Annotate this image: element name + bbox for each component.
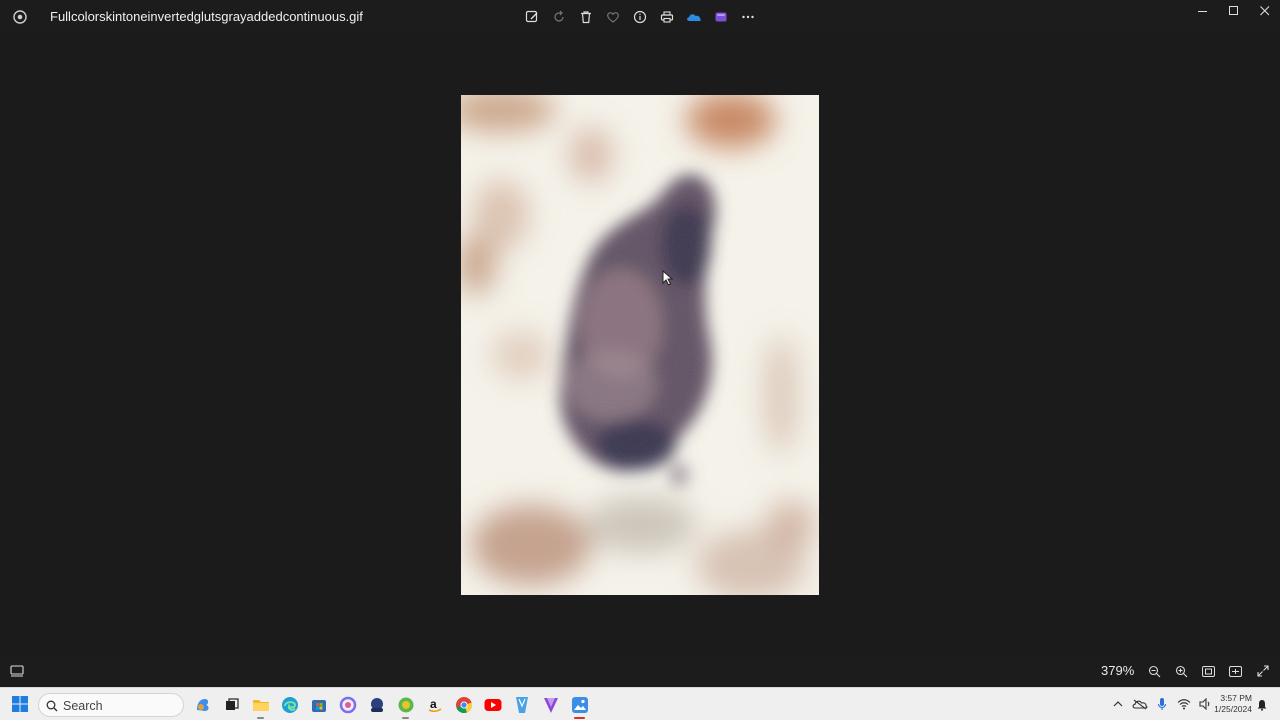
minimize-icon[interactable] [1187, 0, 1218, 22]
photos-active-icon[interactable] [567, 692, 592, 719]
window-title: Fullcolorskintoneinvertedglutsgrayaddedc… [50, 9, 363, 24]
zoom-in-icon[interactable] [1171, 661, 1192, 681]
delete-icon[interactable] [576, 7, 596, 27]
file-explorer-icon[interactable] [248, 692, 273, 719]
onedrive-tray-icon[interactable] [1132, 694, 1148, 714]
rotate-icon[interactable] [549, 7, 569, 27]
search-label: Search [63, 699, 103, 713]
chevron-up-icon[interactable] [1110, 694, 1126, 714]
print-icon[interactable] [657, 7, 677, 27]
status-bar: 379% [0, 657, 1280, 685]
window-controls [1187, 0, 1280, 22]
copilot-icon[interactable] [190, 692, 215, 717]
search-icon [46, 699, 58, 717]
start-button-icon[interactable] [12, 696, 28, 717]
photos-app-icon [10, 7, 30, 27]
clipchamp-icon[interactable] [711, 7, 731, 27]
system-tray [1110, 694, 1214, 714]
microphone-icon[interactable] [1154, 694, 1170, 714]
onedrive-icon[interactable] [684, 7, 704, 27]
notification-icon[interactable] [1256, 698, 1268, 716]
wifi-icon[interactable] [1176, 694, 1192, 714]
full-screen-icon[interactable] [1252, 661, 1273, 681]
fit-to-window-icon[interactable] [1225, 661, 1246, 681]
taskbar-clock[interactable]: 3:57 PM 1/25/2024 [1212, 693, 1252, 715]
task-view-icon[interactable] [219, 692, 244, 717]
more-icon[interactable] [738, 7, 758, 27]
zoom-out-icon[interactable] [1144, 661, 1165, 681]
edit-image-icon[interactable] [522, 7, 542, 27]
clock-time: 3:57 PM [1220, 693, 1252, 703]
edge-icon[interactable] [277, 692, 302, 717]
image-toolbar [522, 7, 758, 27]
filmstrip-icon[interactable] [10, 664, 24, 682]
photos-icon[interactable] [335, 692, 360, 717]
maximize-icon[interactable] [1218, 0, 1249, 22]
zoom-level[interactable]: 379% [1101, 663, 1134, 678]
app-icon[interactable] [364, 692, 389, 717]
close-icon[interactable] [1249, 0, 1280, 22]
app-icon[interactable] [509, 692, 534, 717]
chrome-icon[interactable] [451, 692, 476, 717]
youtube-icon[interactable] [480, 692, 505, 717]
app-icon[interactable] [393, 692, 418, 719]
clock-date: 1/25/2024 [1214, 704, 1252, 714]
favorite-icon[interactable] [603, 7, 623, 27]
taskbar: Search a 3:57 PM 1/25/2024 [0, 687, 1280, 720]
svg-text:a: a [430, 697, 437, 711]
store-icon[interactable] [306, 692, 331, 717]
amazon-icon[interactable]: a [422, 692, 447, 717]
zoom-controls [1144, 661, 1273, 681]
pinned-apps: a [190, 692, 592, 719]
title-bar: Fullcolorskintoneinvertedglutsgrayaddedc… [0, 0, 1280, 34]
app-icon[interactable] [538, 692, 563, 717]
file-info-icon[interactable] [630, 7, 650, 27]
mouse-pointer-icon [662, 269, 674, 291]
actual-size-icon[interactable] [1198, 661, 1219, 681]
image-canvas [461, 95, 819, 595]
taskbar-search-input[interactable]: Search [38, 693, 184, 717]
